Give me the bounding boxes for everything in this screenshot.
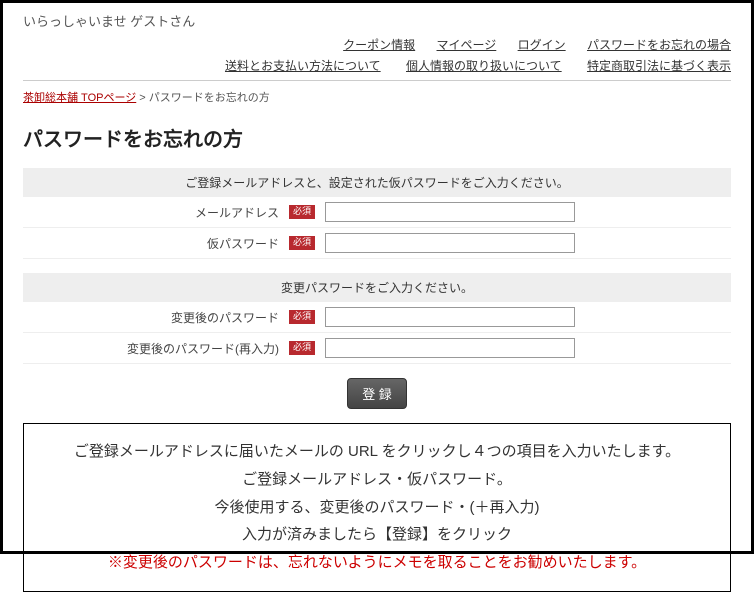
new-password-field[interactable] xyxy=(325,307,575,327)
nav-mypage[interactable]: マイページ xyxy=(437,38,497,52)
nav-shipping-payment[interactable]: 送料とお支払い方法について xyxy=(225,59,381,73)
nav-coupon[interactable]: クーポン情報 xyxy=(343,38,415,52)
submit-button[interactable]: 登 録 xyxy=(347,378,407,409)
nav-forgot-password[interactable]: パスワードをお忘れの場合 xyxy=(587,38,731,52)
label-new-password-confirm: 変更後のパスワード(再入力) xyxy=(23,340,283,357)
label-temp-password: 仮パスワード xyxy=(23,235,283,252)
row-email: メールアドレス 必須 xyxy=(23,197,731,228)
submit-row: 登 録 xyxy=(23,378,731,409)
nav-row-1: クーポン情報 マイページ ログイン パスワードをお忘れの場合 xyxy=(23,36,731,53)
info-line-4: 入力が済みましたら【登録】をクリック xyxy=(34,521,720,549)
breadcrumb-current: パスワードをお忘れの方 xyxy=(149,92,270,104)
nav-row-2: 送料とお支払い方法について 個人情報の取り扱いについて 特定商取引法に基づく表示 xyxy=(23,57,731,81)
nav-login[interactable]: ログイン xyxy=(518,38,566,52)
nav-privacy[interactable]: 個人情報の取り扱いについて xyxy=(406,59,562,73)
required-badge: 必須 xyxy=(289,236,315,250)
section-new-password: 変更パスワードをご入力ください。 変更後のパスワード 必須 変更後のパスワード(… xyxy=(23,273,731,364)
required-badge: 必須 xyxy=(289,310,315,324)
info-line-3: 今後使用する、変更後のパスワード・(＋再入力) xyxy=(34,494,720,522)
section-new-password-header: 変更パスワードをご入力ください。 xyxy=(23,273,731,302)
info-line-2: ご登録メールアドレス・仮パスワード。 xyxy=(34,466,720,494)
page-title: パスワードをお忘れの方 xyxy=(23,123,731,152)
temp-password-field[interactable] xyxy=(325,233,575,253)
section-credentials-header: ご登録メールアドレスと、設定された仮パスワードをご入力ください。 xyxy=(23,168,731,197)
breadcrumb-top[interactable]: 茶卸総本舗 TOPページ xyxy=(23,92,136,104)
info-warning: ※変更後のパスワードは、忘れないようにメモを取ることをお勧めいたします。 xyxy=(34,549,720,577)
info-box: ご登録メールアドレスに届いたメールの URL をクリックし４つの項目を入力いたし… xyxy=(23,423,731,592)
required-badge: 必須 xyxy=(289,205,315,219)
row-new-password: 変更後のパスワード 必須 xyxy=(23,302,731,333)
section-credentials: ご登録メールアドレスと、設定された仮パスワードをご入力ください。 メールアドレス… xyxy=(23,168,731,259)
breadcrumb: 茶卸総本舗 TOPページ > パスワードをお忘れの方 xyxy=(23,89,731,105)
nav-commerce-law[interactable]: 特定商取引法に基づく表示 xyxy=(587,59,731,73)
email-field[interactable] xyxy=(325,202,575,222)
breadcrumb-sep: > xyxy=(136,92,149,104)
greeting-text: いらっしゃいませ ゲストさん xyxy=(23,11,731,30)
row-new-password-confirm: 変更後のパスワード(再入力) 必須 xyxy=(23,333,731,364)
info-line-1: ご登録メールアドレスに届いたメールの URL をクリックし４つの項目を入力いたし… xyxy=(34,438,720,466)
required-badge: 必須 xyxy=(289,341,315,355)
label-new-password: 変更後のパスワード xyxy=(23,309,283,326)
row-temp-password: 仮パスワード 必須 xyxy=(23,228,731,259)
new-password-confirm-field[interactable] xyxy=(325,338,575,358)
label-email: メールアドレス xyxy=(23,204,283,221)
